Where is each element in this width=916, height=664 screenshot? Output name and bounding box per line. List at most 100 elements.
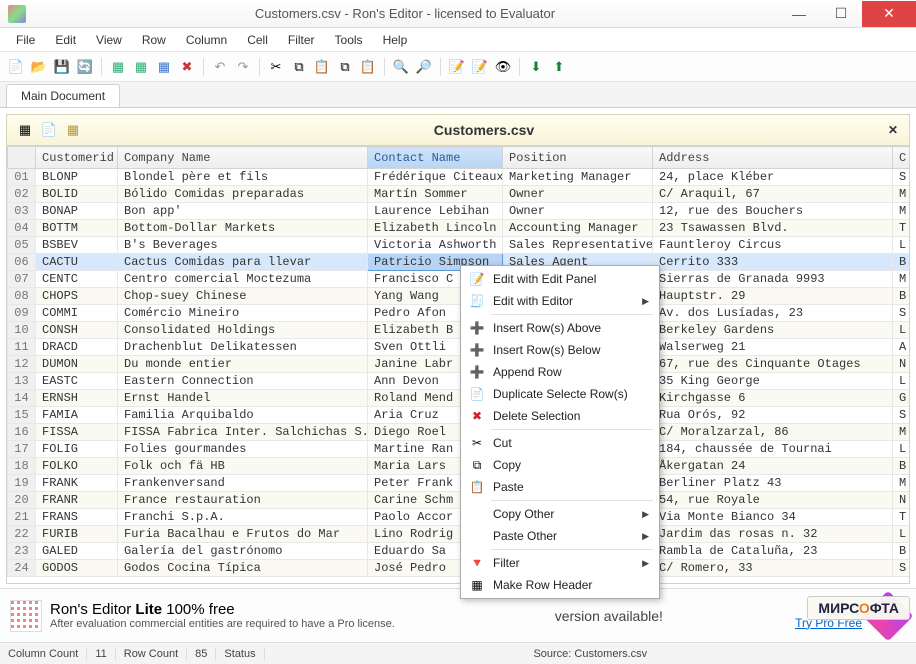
context-menu-item[interactable]: 📝Edit with Edit Panel <box>463 268 657 290</box>
menu-help[interactable]: Help <box>373 31 418 49</box>
separator <box>440 58 441 76</box>
row-count-value: 85 <box>187 648 216 660</box>
refresh-icon[interactable]: 🔄 <box>75 57 95 77</box>
menu-column[interactable]: Column <box>176 31 237 49</box>
table-row[interactable]: 10CONSHConsolidated HoldingsElizabeth BB… <box>8 322 911 339</box>
table-row[interactable]: 07CENTCCentro comercial MoctezumaFrancis… <box>8 271 911 288</box>
context-menu-item[interactable]: Paste Other▶ <box>463 525 657 547</box>
table-row[interactable]: 16FISSAFISSA Fabrica Inter. Salchichas S… <box>8 424 911 441</box>
table-row[interactable]: 09COMMIComércio MineiroPedro AfonAv. dos… <box>8 305 911 322</box>
menu-row[interactable]: Row <box>132 31 176 49</box>
context-menu-item[interactable]: ✂Cut <box>463 432 657 454</box>
new-icon[interactable]: 📄 <box>6 57 26 77</box>
context-menu-item[interactable]: 📋Paste <box>463 476 657 498</box>
context-menu-item[interactable]: 🔻Filter▶ <box>463 552 657 574</box>
doc-panel-icon[interactable]: ▦ <box>15 120 35 140</box>
context-menu-item[interactable]: ▦Make Row Header <box>463 574 657 596</box>
edit-cell-icon[interactable]: 📝 <box>447 57 467 77</box>
maximize-button[interactable]: ☐ <box>820 1 862 27</box>
table-row[interactable]: 19FRANKFrankenversandPeter FrankBerliner… <box>8 475 911 492</box>
menu-tools[interactable]: Tools <box>325 31 373 49</box>
status-label: Status <box>216 648 264 660</box>
footer-banner: Ron's Editor Lite 100% free After evalua… <box>0 588 916 642</box>
open-icon[interactable]: 📂 <box>29 57 49 77</box>
menu-filter[interactable]: Filter <box>278 31 325 49</box>
column-header[interactable]: Company Name <box>118 147 368 169</box>
table-row[interactable]: 20FRANRFrance restaurationCarine Schm54,… <box>8 492 911 509</box>
context-menu-item[interactable]: 📄Duplicate Selecte Row(s) <box>463 383 657 405</box>
export-icon[interactable]: ⬇ <box>526 57 546 77</box>
app-icon <box>8 5 26 23</box>
copy-other-icon[interactable]: ⧉ <box>335 57 355 77</box>
grid-icon[interactable]: ▦ <box>154 57 174 77</box>
table-row[interactable]: 05BSBEVB's BeveragesVictoria AshworthSal… <box>8 237 911 254</box>
table-row[interactable]: 06CACTUCactus Comidas para llevarPatrici… <box>8 254 911 271</box>
table-row[interactable]: 24GODOSGodos Cocina TípicaJosé PedroC/ R… <box>8 560 911 577</box>
paste-other-icon[interactable]: 📋 <box>358 57 378 77</box>
doc-filter-icon[interactable]: 📄 <box>39 120 59 140</box>
window-title: Customers.csv - Ron's Editor - licensed … <box>32 6 778 21</box>
grid-add-icon[interactable]: ▦ <box>131 57 151 77</box>
copy-icon[interactable]: ⧉ <box>289 57 309 77</box>
table-row[interactable]: 03BONAPBon app'Laurence LebihanOwner12, … <box>8 203 911 220</box>
table-row[interactable]: 14ERNSHErnst HandelRoland MendKirchgasse… <box>8 390 911 407</box>
zoom-out-icon[interactable]: 🔎 <box>414 57 434 77</box>
separator <box>259 58 260 76</box>
save-icon[interactable]: 💾 <box>52 57 72 77</box>
separator <box>519 58 520 76</box>
undo-icon[interactable]: ↶ <box>210 57 230 77</box>
window-controls: — ☐ ✕ <box>778 1 916 27</box>
table-row[interactable]: 18FOLKOFolk och fä HBMaria LarsÅkergatan… <box>8 458 911 475</box>
separator <box>203 58 204 76</box>
paste-icon[interactable]: 📋 <box>312 57 332 77</box>
separator <box>101 58 102 76</box>
column-header[interactable]: C <box>893 147 911 169</box>
document-header: ▦ 📄 ▦ Customers.csv ✕ <box>6 114 910 146</box>
cut-icon[interactable]: ✂ <box>266 57 286 77</box>
document-close-button[interactable]: ✕ <box>885 123 901 137</box>
table-row[interactable]: 13EASTCEastern ConnectionAnn Devon35 Kin… <box>8 373 911 390</box>
tab-main-document[interactable]: Main Document <box>6 84 120 107</box>
context-menu-item[interactable]: Copy Other▶ <box>463 503 657 525</box>
table-row[interactable]: 01BLONPBlondel père et filsFrédérique Ci… <box>8 169 911 186</box>
column-header[interactable]: Customerid <box>36 147 118 169</box>
minimize-button[interactable]: — <box>778 1 820 27</box>
table-row[interactable]: 23GALEDGalería del gastrónomoEduardo SaR… <box>8 543 911 560</box>
watermark: МИРСОФТА <box>807 596 910 620</box>
menu-bar: File Edit View Row Column Cell Filter To… <box>0 28 916 52</box>
table-row[interactable]: 15FAMIAFamilia ArquibaldoAria CruzRua Or… <box>8 407 911 424</box>
doc-grid-icon[interactable]: ▦ <box>63 120 83 140</box>
menu-edit[interactable]: Edit <box>45 31 86 49</box>
context-menu-item[interactable]: ➕Append Row <box>463 361 657 383</box>
menu-view[interactable]: View <box>86 31 132 49</box>
grid-insert-icon[interactable]: ▦ <box>108 57 128 77</box>
banner-logo-icon <box>10 600 42 632</box>
context-menu-item[interactable]: ⧉Copy <box>463 454 657 476</box>
context-menu-item[interactable]: ✖Delete Selection <box>463 405 657 427</box>
table-row[interactable]: 22FURIBFuria Bacalhau e Frutos do MarLin… <box>8 526 911 543</box>
redo-icon[interactable]: ↷ <box>233 57 253 77</box>
column-header[interactable]: Contact Name <box>368 147 503 169</box>
menu-cell[interactable]: Cell <box>237 31 278 49</box>
menu-file[interactable]: File <box>6 31 45 49</box>
import-icon[interactable]: ⬆ <box>549 57 569 77</box>
close-button[interactable]: ✕ <box>862 1 916 27</box>
table-row[interactable]: 04BOTTMBottom-Dollar MarketsElizabeth Li… <box>8 220 911 237</box>
table-row[interactable]: 21FRANSFranchi S.p.A.Paolo AccorVia Mont… <box>8 509 911 526</box>
toolbar: 📄 📂 💾 🔄 ▦ ▦ ▦ ✖ ↶ ↷ ✂ ⧉ 📋 ⧉ 📋 🔍 🔎 📝 📝 👁 … <box>0 52 916 82</box>
context-menu-item[interactable]: 🧾Edit with Editor▶ <box>463 290 657 312</box>
source-label: Source: Customers.csv <box>265 648 916 660</box>
table-row[interactable]: 11DRACDDrachenblut DelikatessenSven Ottl… <box>8 339 911 356</box>
view-icon[interactable]: 👁 <box>493 57 513 77</box>
table-row[interactable]: 17FOLIGFolies gourmandesMartine Ran184, … <box>8 441 911 458</box>
edit-row-icon[interactable]: 📝 <box>470 57 490 77</box>
column-header[interactable]: Position <box>503 147 653 169</box>
delete-icon[interactable]: ✖ <box>177 57 197 77</box>
context-menu-item[interactable]: ➕Insert Row(s) Above <box>463 317 657 339</box>
table-row[interactable]: 02BOLIDBólido Comidas preparadasMartín S… <box>8 186 911 203</box>
zoom-in-icon[interactable]: 🔍 <box>391 57 411 77</box>
table-row[interactable]: 08CHOPSChop-suey ChineseYang WangHauptst… <box>8 288 911 305</box>
context-menu-item[interactable]: ➕Insert Row(s) Below <box>463 339 657 361</box>
column-header[interactable]: Address <box>653 147 893 169</box>
table-row[interactable]: 12DUMONDu monde entierJanine Labr67, rue… <box>8 356 911 373</box>
